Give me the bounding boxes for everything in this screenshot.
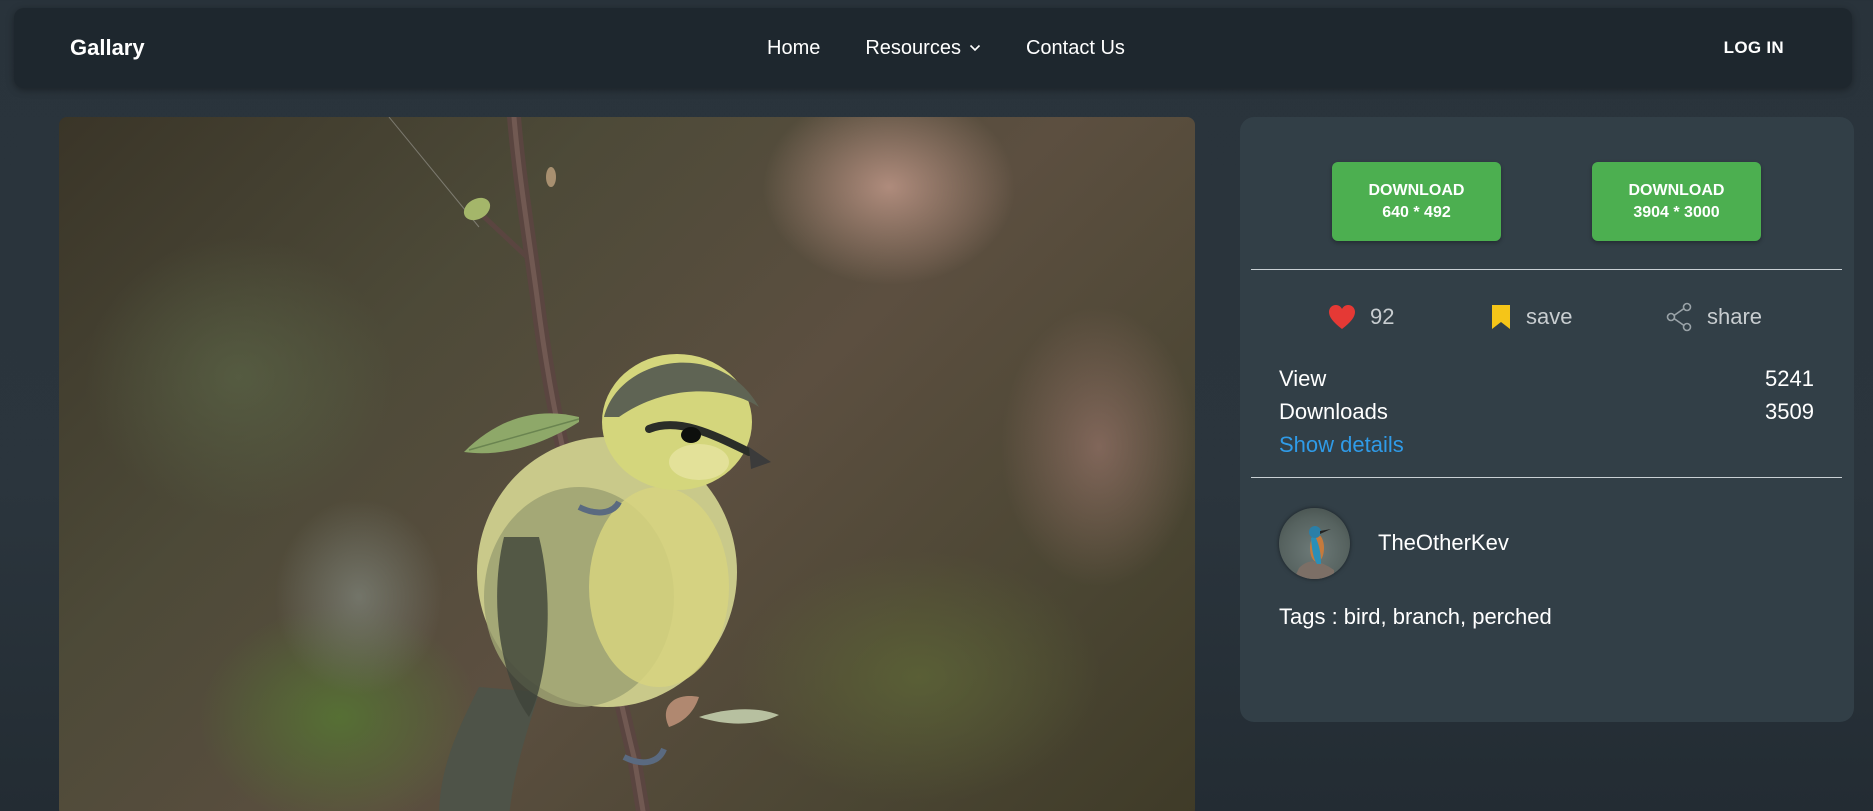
image-details-panel: DOWNLOAD 640 * 492 DOWNLOAD 3904 * 3000 … — [1240, 117, 1854, 722]
login-button[interactable]: LOG IN — [1724, 8, 1784, 88]
views-row: View 5241 — [1279, 362, 1814, 395]
nav-home[interactable]: Home — [767, 37, 820, 60]
top-navbar: Gallary Home Resources Contact Us LOG IN — [14, 8, 1852, 88]
nav-links: Home Resources Contact Us — [767, 8, 1125, 88]
author-name[interactable]: TheOtherKev — [1378, 530, 1509, 556]
nav-contact-label: Contact Us — [1025, 36, 1125, 59]
divider — [1251, 269, 1842, 270]
brand-logo[interactable]: Gallary — [70, 8, 145, 88]
downloads-row: Downloads 3509 — [1279, 395, 1814, 428]
nav-home-label: Home — [767, 36, 821, 59]
views-label: View — [1279, 366, 1327, 391]
action-bar: 92 save share — [1240, 297, 1854, 337]
kingfisher-avatar-image — [1294, 525, 1334, 579]
save-label: save — [1526, 304, 1573, 329]
download-small-button[interactable]: DOWNLOAD 640 * 492 — [1332, 162, 1501, 241]
like-button[interactable]: 92 — [1328, 297, 1394, 337]
show-details-link[interactable]: Show details — [1279, 428, 1814, 462]
chevron-down-icon — [969, 44, 981, 52]
views-value: 5241 — [1765, 366, 1814, 391]
download-small-size: 640 * 492 — [1382, 203, 1451, 221]
tags-text: Tags : bird, branch, perched — [1279, 604, 1552, 629]
image-stats: View 5241 Downloads 3509 Show details — [1279, 362, 1814, 462]
bookmark-icon — [1492, 305, 1510, 329]
share-button[interactable]: share — [1665, 297, 1762, 337]
main-photo[interactable] — [59, 117, 1195, 811]
author-info[interactable]: TheOtherKev — [1279, 507, 1509, 579]
avatar[interactable] — [1279, 507, 1350, 579]
download-large-button[interactable]: DOWNLOAD 3904 * 3000 — [1592, 162, 1761, 241]
download-large-size: 3904 * 3000 — [1633, 203, 1720, 221]
bird-illustration — [388, 117, 779, 811]
download-small-label: DOWNLOAD — [1368, 181, 1465, 199]
divider — [1251, 477, 1842, 478]
share-label: share — [1707, 304, 1763, 329]
nav-resources-label: Resources — [865, 36, 961, 59]
download-large-label: DOWNLOAD — [1628, 181, 1725, 199]
nav-contact-us[interactable]: Contact Us — [1026, 37, 1125, 60]
downloads-value: 3509 — [1765, 399, 1814, 424]
downloads-label: Downloads — [1279, 399, 1388, 424]
like-count: 92 — [1370, 304, 1395, 329]
share-icon — [1666, 302, 1692, 332]
save-button[interactable]: save — [1490, 297, 1572, 337]
nav-resources[interactable]: Resources — [865, 37, 981, 60]
heart-icon — [1329, 305, 1355, 329]
